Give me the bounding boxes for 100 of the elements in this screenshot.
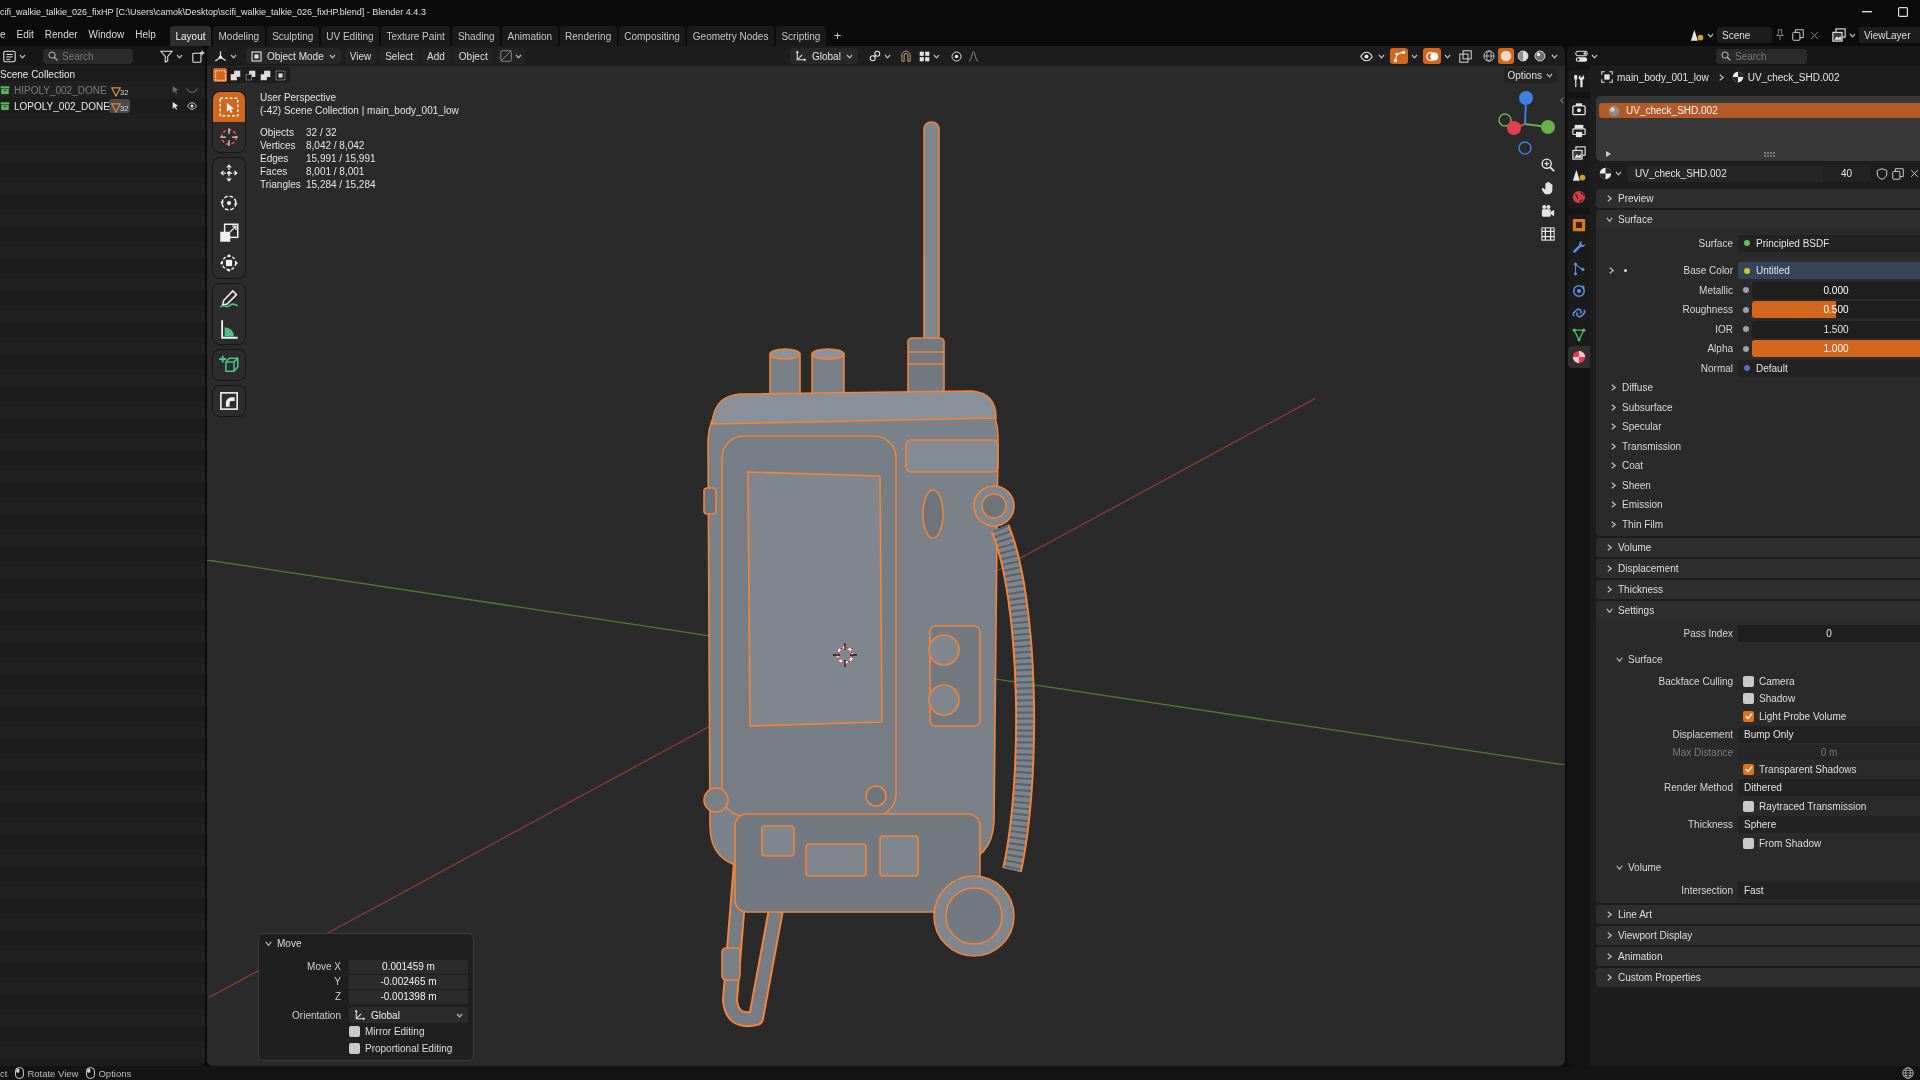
- panel-header[interactable]: Move: [259, 934, 308, 952]
- menu-item[interactable]: View: [344, 48, 377, 64]
- header-toggle[interactable]: [1390, 48, 1408, 64]
- checkbox[interactable]: [349, 1043, 360, 1054]
- menu-item[interactable]: Object: [453, 48, 493, 64]
- number-field[interactable]: 0: [1738, 625, 1920, 643]
- workspace-tab[interactable]: Sculpting: [266, 26, 319, 46]
- subpanel-header[interactable]: Coat: [1596, 456, 1920, 476]
- navigation-gizmo[interactable]: [1498, 90, 1556, 156]
- scene-name-field[interactable]: Scene: [1717, 27, 1772, 43]
- subpanel-header[interactable]: Diffuse: [1596, 378, 1920, 398]
- checkbox-label[interactable]: Shadow: [1759, 693, 1796, 705]
- checkbox-label[interactable]: From Shadow: [1759, 837, 1822, 849]
- header-toggle[interactable]: [1456, 48, 1474, 64]
- slider-field[interactable]: 0.500: [1752, 301, 1920, 319]
- subpanel-header[interactable]: Thin Film: [1596, 514, 1920, 534]
- menu-item[interactable]: Help: [129, 27, 162, 43]
- menu-item[interactable]: Select: [380, 48, 418, 64]
- menu-item[interactable]: Render: [39, 27, 84, 43]
- shield-icon[interactable]: [1876, 167, 1888, 180]
- properties-tab[interactable]: [1568, 70, 1590, 92]
- dropdown[interactable]: Dithered: [1738, 779, 1920, 797]
- shading-mode-button[interactable]: [1481, 48, 1497, 64]
- target-circle-icon[interactable]: [950, 50, 962, 62]
- mode-dropdown[interactable]: Object Mode: [246, 48, 341, 64]
- tool-button[interactable]: [213, 92, 245, 122]
- caret-icon[interactable]: [1378, 53, 1385, 59]
- link-field[interactable]: Default: [1738, 359, 1920, 377]
- menu-item[interactable]: Add: [422, 48, 450, 64]
- panel-header[interactable]: Surface: [1596, 210, 1920, 229]
- dropdown[interactable]: Bump Only: [1738, 726, 1920, 744]
- expand-triangle-icon[interactable]: [1606, 151, 1611, 157]
- dropdown[interactable]: Sphere: [1738, 816, 1920, 834]
- panel-header[interactable]: Custom Properties: [1596, 967, 1920, 987]
- select-mode-button[interactable]: [243, 68, 257, 82]
- workspace-tab[interactable]: UV Editing: [320, 26, 379, 46]
- orientation-dropdown[interactable]: Global: [349, 1007, 468, 1023]
- checkbox-label[interactable]: Light Probe Volume: [1759, 710, 1847, 722]
- subpanel-header[interactable]: Surface: [1596, 643, 1920, 673]
- panel-header[interactable]: Thickness: [1596, 580, 1920, 599]
- checkbox-label[interactable]: Proportional Editing: [365, 1043, 453, 1054]
- menu-item[interactable]: e: [0, 27, 12, 43]
- tree-item[interactable]: LOPOLY_002_DONE: [14, 100, 109, 112]
- number-field[interactable]: 1.500: [1752, 320, 1920, 338]
- checkbox[interactable]: [1743, 693, 1754, 705]
- chevron-left-icon[interactable]: [1559, 97, 1565, 104]
- tree-item[interactable]: Scene Collection: [0, 68, 76, 80]
- workspace-tab[interactable]: Animation: [502, 26, 558, 46]
- link-field[interactable]: Untitled: [1738, 262, 1920, 280]
- checkbox[interactable]: [1743, 763, 1754, 775]
- user-count-field[interactable]: 40: [1823, 165, 1870, 182]
- select-mode-button[interactable]: [258, 68, 272, 82]
- subpanel-header[interactable]: Subsurface: [1596, 397, 1920, 417]
- panel-header[interactable]: Volume: [1596, 538, 1920, 557]
- slider-field[interactable]: 0.000: [1752, 281, 1920, 299]
- workspace-tab[interactable]: Compositing: [618, 26, 686, 46]
- number-field[interactable]: -0.002465 m: [349, 974, 468, 989]
- new-collection-icon[interactable]: [192, 49, 205, 63]
- subpanel-header[interactable]: Specular: [1596, 417, 1920, 437]
- shading-dropdown-button[interactable]: [496, 48, 525, 64]
- checkbox[interactable]: [349, 1026, 360, 1037]
- slider-field[interactable]: 1.000: [1752, 340, 1920, 358]
- number-field[interactable]: -0.001398 m: [349, 989, 468, 1004]
- workspace-tab[interactable]: Scripting: [775, 26, 826, 46]
- tool-button[interactable]: [213, 350, 245, 380]
- material-slot[interactable]: UV_check_SHD.002: [1599, 103, 1920, 118]
- workspace-tab[interactable]: Shading: [452, 26, 501, 46]
- grip-dots-icon[interactable]: [1764, 151, 1775, 157]
- x-icon[interactable]: [1910, 169, 1919, 178]
- caret-icon[interactable]: [1411, 53, 1418, 59]
- checkbox[interactable]: [1743, 710, 1754, 722]
- checkbox-label[interactable]: Transparent Shadows: [1759, 763, 1857, 775]
- workspace-tab[interactable]: Rendering: [559, 26, 617, 46]
- panel-header[interactable]: Line Art: [1596, 904, 1920, 924]
- orientation-dropdown[interactable]: Global: [790, 48, 858, 64]
- header-toggle[interactable]: [1423, 48, 1441, 64]
- panel-header[interactable]: Settings: [1596, 601, 1920, 620]
- link-field[interactable]: Principled BSDF: [1738, 234, 1920, 252]
- material-name-field[interactable]: UV_check_SHD.002: [1627, 165, 1823, 182]
- menu-item[interactable]: Edit: [11, 27, 40, 43]
- eye-icon[interactable]: [186, 101, 199, 111]
- panel-header[interactable]: Animation: [1596, 946, 1920, 966]
- subpanel-header[interactable]: Volume: [1596, 852, 1920, 881]
- workspace-tab[interactable]: Modeling: [213, 26, 265, 46]
- search-field[interactable]: Search: [43, 48, 133, 64]
- falloff-curve-icon[interactable]: [967, 50, 979, 62]
- subpanel-header[interactable]: Sheen: [1596, 475, 1920, 495]
- maximize-icon[interactable]: [1898, 7, 1908, 17]
- checkbox[interactable]: [1743, 837, 1754, 849]
- shading-mode-button[interactable]: [1515, 48, 1531, 64]
- copy-icon[interactable]: [1792, 29, 1804, 41]
- x-icon[interactable]: [1810, 30, 1819, 40]
- checkbox-label[interactable]: Camera: [1759, 675, 1795, 687]
- properties-tab[interactable]: [1568, 346, 1590, 368]
- caret-icon[interactable]: [1551, 53, 1558, 59]
- caret-icon[interactable]: [1444, 53, 1451, 59]
- subpanel-header[interactable]: Emission: [1596, 495, 1920, 515]
- subpanel-header[interactable]: Transmission: [1596, 436, 1920, 456]
- tree-item[interactable]: HIPOLY_002_DONE: [14, 84, 109, 96]
- workspace-tab[interactable]: Geometry Nodes: [687, 26, 774, 46]
